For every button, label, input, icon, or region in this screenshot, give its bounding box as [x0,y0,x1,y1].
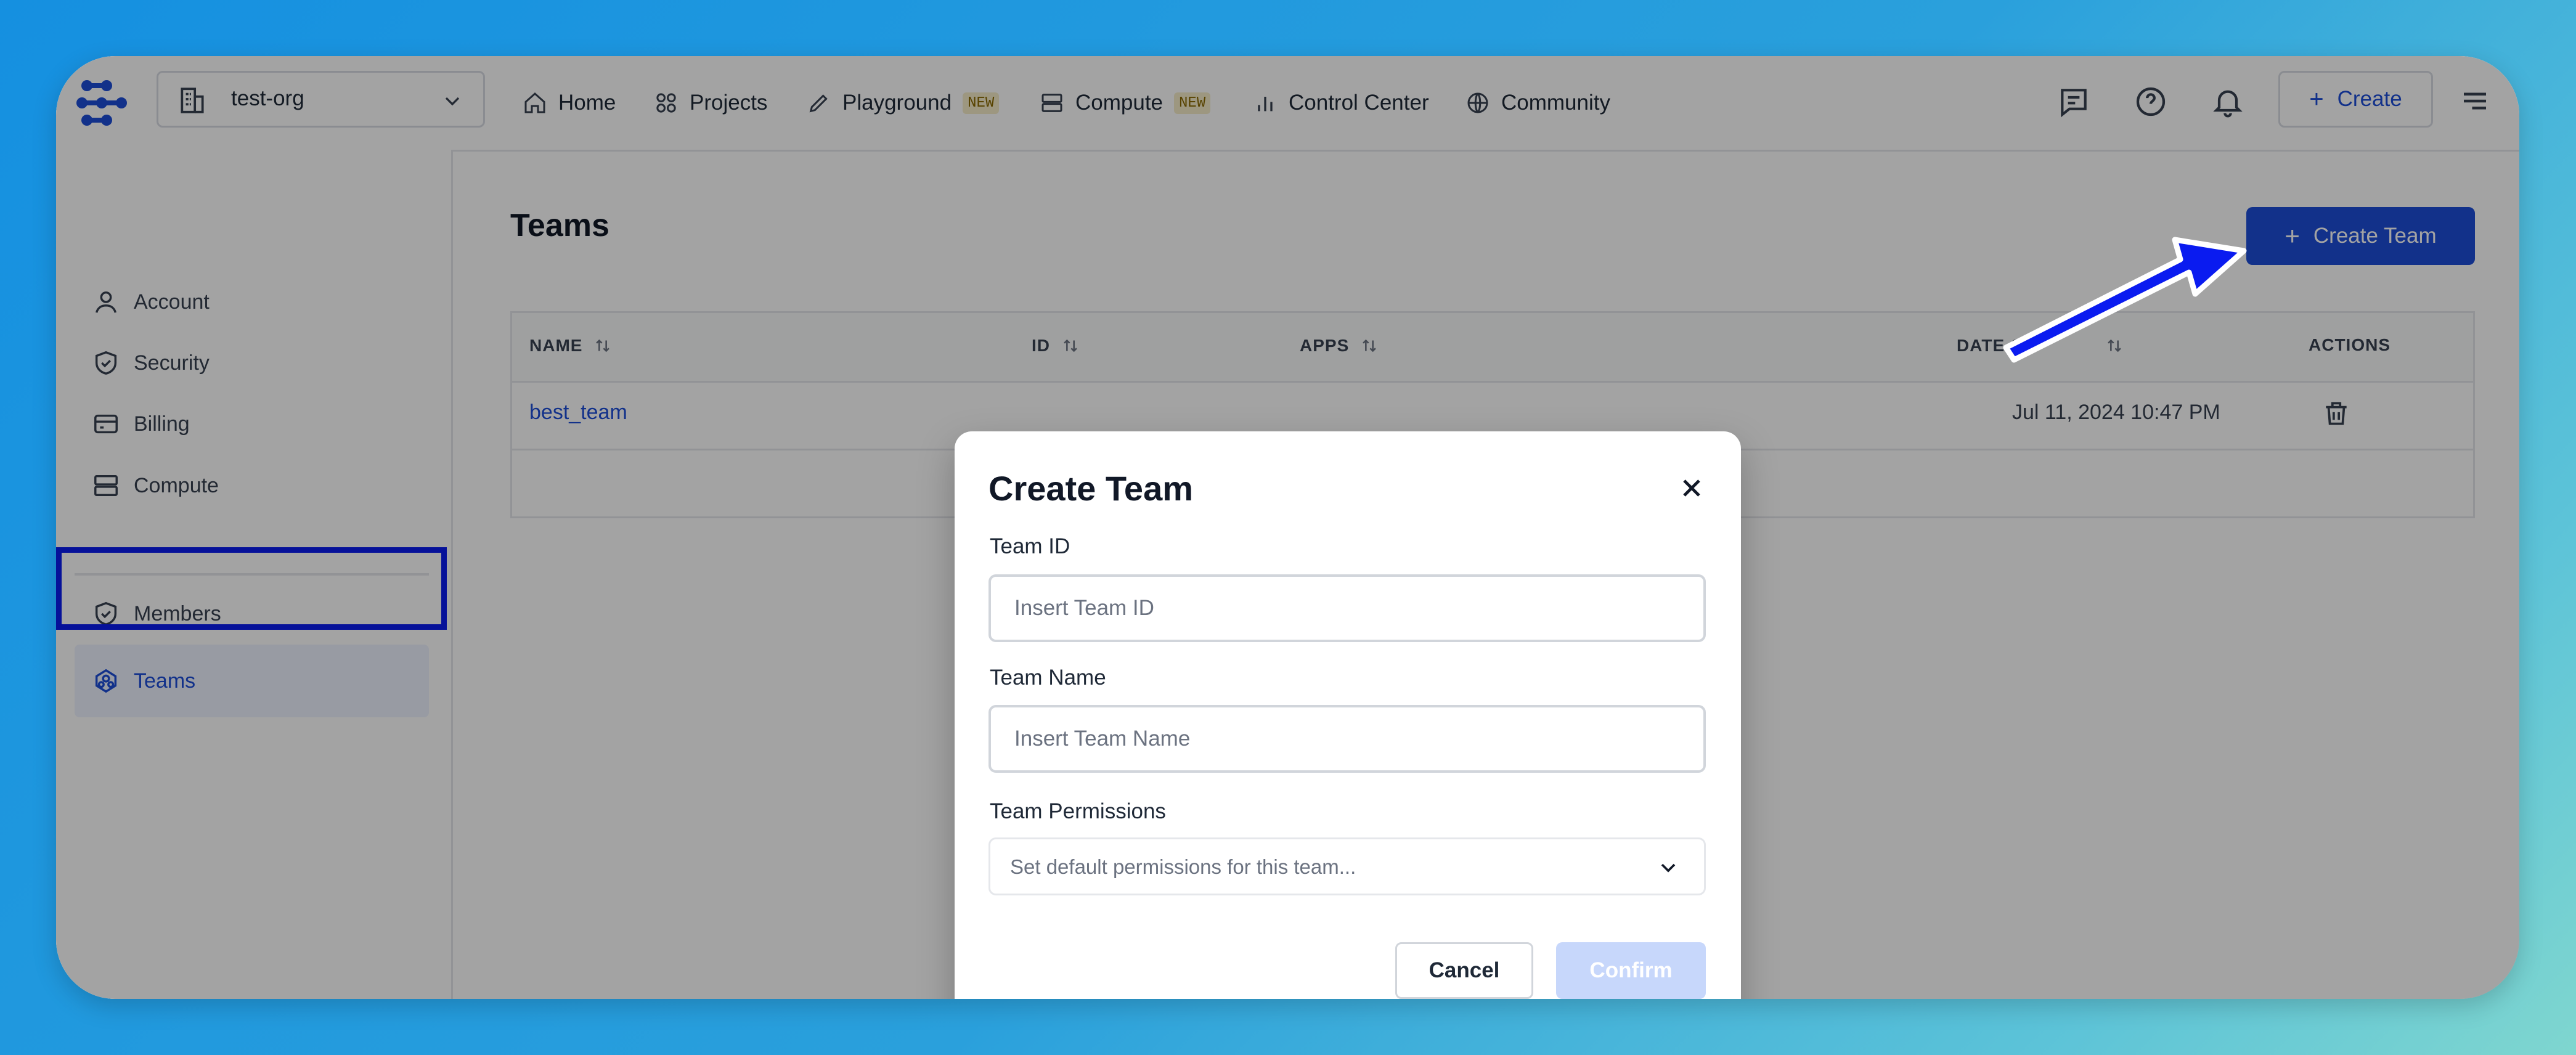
team-permissions-select[interactable]: Set default permissions for this team... [988,837,1706,895]
dialog-title: Create Team [988,469,1194,508]
create-team-dialog: Create Team Team ID Team Name Team Permi… [955,431,1741,999]
chevron-down-icon [1661,863,1676,873]
team-id-label: Team ID [990,534,1070,558]
team-permissions-label: Team Permissions [990,799,1166,823]
close-icon[interactable] [1677,473,1706,503]
confirm-button[interactable]: Confirm [1556,942,1706,999]
team-id-input[interactable] [988,574,1706,642]
permissions-placeholder: Set default permissions for this team... [1010,855,1356,878]
cancel-button[interactable]: Cancel [1395,942,1533,999]
team-name-input[interactable] [988,705,1706,773]
app-window: test-org Home Projects Playground NEW Co… [56,56,2519,999]
team-name-label: Team Name [990,666,1106,690]
